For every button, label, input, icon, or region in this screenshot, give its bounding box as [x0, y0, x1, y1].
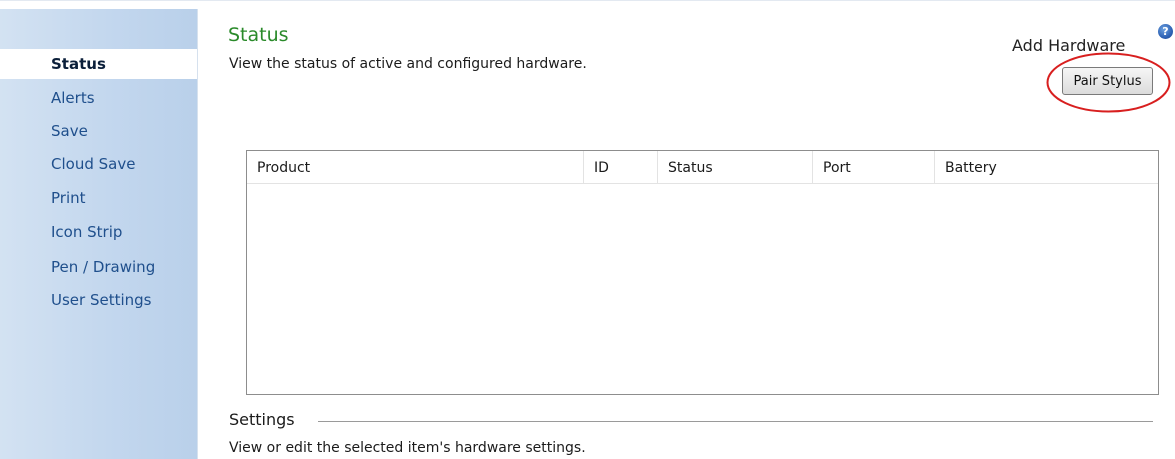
sidebar-item-cloud-save[interactable]: Cloud Save: [51, 155, 135, 173]
app-window: Status Alerts Save Cloud Save Print Icon…: [0, 0, 1175, 459]
page-subtitle: View the status of active and configured…: [229, 56, 587, 72]
sidebar-item-alerts[interactable]: Alerts: [51, 89, 95, 107]
settings-heading: Settings: [229, 410, 301, 429]
settings-divider: [318, 421, 1153, 422]
column-header-id[interactable]: ID: [584, 151, 658, 183]
table-header: Product ID Status Port Battery: [247, 151, 1158, 184]
sidebar-item-pen-drawing[interactable]: Pen / Drawing: [51, 258, 155, 276]
sidebar-item-user-settings[interactable]: User Settings: [51, 291, 151, 309]
sidebar-item-print[interactable]: Print: [51, 189, 86, 207]
column-header-status[interactable]: Status: [658, 151, 813, 183]
page-title: Status: [228, 24, 289, 46]
column-header-product[interactable]: Product: [247, 151, 584, 183]
sidebar: Status Alerts Save Cloud Save Print Icon…: [0, 9, 198, 459]
top-border: [0, 0, 1175, 9]
hardware-table[interactable]: Product ID Status Port Battery: [246, 150, 1159, 395]
pair-stylus-button[interactable]: Pair Stylus: [1062, 67, 1153, 95]
column-header-battery[interactable]: Battery: [935, 151, 1158, 183]
add-hardware-label: Add Hardware: [1012, 36, 1126, 55]
settings-subtitle: View or edit the selected item's hardwar…: [229, 440, 586, 456]
column-header-port[interactable]: Port: [813, 151, 935, 183]
sidebar-item-save[interactable]: Save: [51, 122, 88, 140]
help-icon[interactable]: ?: [1158, 24, 1173, 39]
sidebar-item-icon-strip[interactable]: Icon Strip: [51, 223, 122, 241]
sidebar-item-status[interactable]: Status: [51, 55, 106, 73]
